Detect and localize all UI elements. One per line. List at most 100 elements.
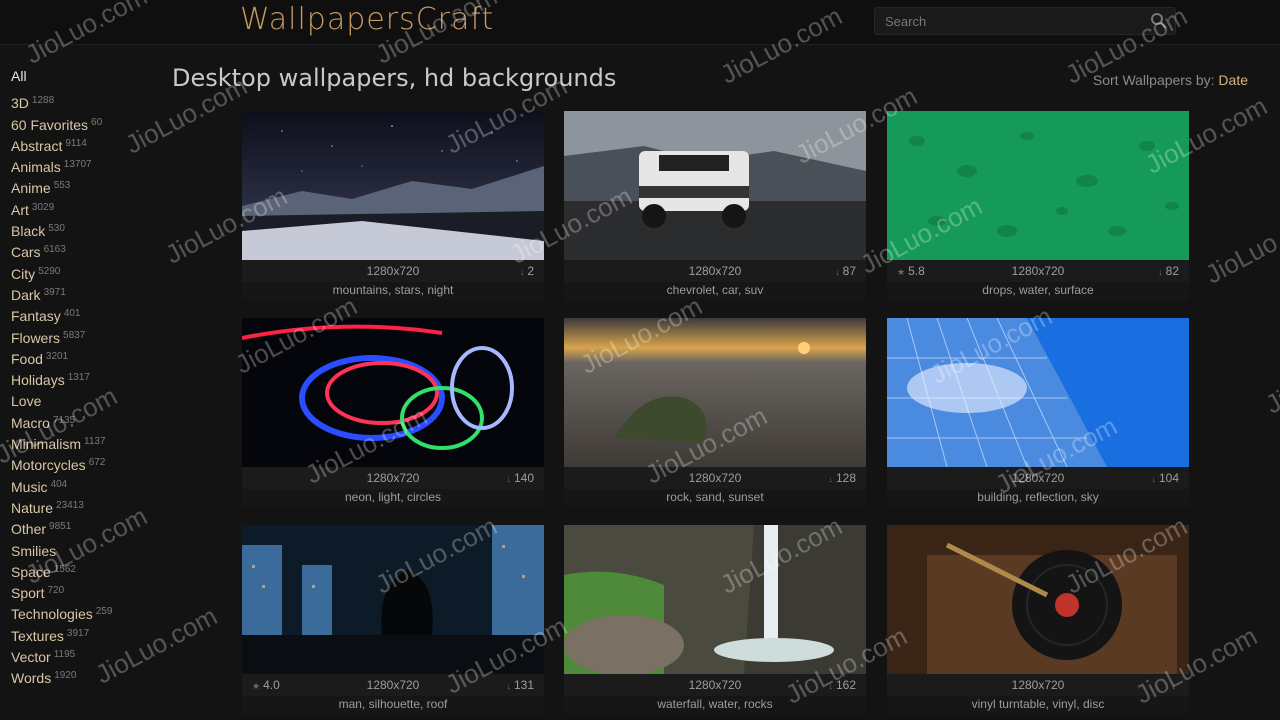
category-count: 404 — [50, 478, 68, 490]
download-value: 131 — [513, 678, 534, 692]
category-label: Minimalism — [11, 436, 81, 453]
sidebar-item-dark[interactable]: Dark 3971 — [11, 285, 161, 306]
category-count: 720 — [47, 585, 65, 597]
sidebar-item-art[interactable]: Art 3029 — [11, 200, 161, 221]
category-count: 1195 — [53, 649, 76, 661]
sidebar-item-anime[interactable]: Anime 553 — [11, 178, 161, 199]
sidebar-item-technologies[interactable]: Technologies 259 — [11, 604, 161, 625]
sidebar-item-flowers[interactable]: Flowers 5837 — [11, 328, 161, 349]
category-count: 259 — [95, 606, 113, 618]
sidebar-item-food[interactable]: Food 3201 — [11, 349, 161, 370]
wallpaper-tags[interactable]: waterfall, water, rocks — [564, 696, 866, 714]
resolution-label[interactable]: 1280x720 — [1012, 678, 1065, 692]
category-all[interactable]: All — [11, 66, 161, 87]
sidebar-item-holidays[interactable]: Holidays 1317 — [11, 370, 161, 391]
sidebar-item-smilies[interactable]: Smilies — [11, 541, 161, 562]
wallpaper-thumbnail[interactable] — [564, 525, 866, 674]
sidebar-item-macro[interactable]: Macro 7135 — [11, 413, 161, 434]
wallpaper-card: 1280x720 ↓ 87 chevrolet, car, suv — [564, 111, 866, 300]
search-input[interactable] — [875, 8, 1155, 34]
download-icon: ↓ — [828, 474, 833, 484]
category-label: Cars — [11, 244, 41, 261]
download-count: ↓ 104 — [1151, 467, 1179, 490]
resolution-label[interactable]: 1280x720 — [1012, 471, 1065, 485]
sidebar-item-textures[interactable]: Textures 3917 — [11, 626, 161, 647]
category-count: 13707 — [63, 159, 92, 171]
wallpaper-tags[interactable]: drops, water, surface — [887, 282, 1189, 300]
wallpaper-tags[interactable]: chevrolet, car, suv — [564, 282, 866, 300]
sidebar-item-words[interactable]: Words 1920 — [11, 668, 161, 689]
category-label: Textures — [11, 627, 64, 644]
wallpaper-thumbnail[interactable] — [887, 525, 1189, 674]
category-count: 530 — [48, 223, 65, 235]
search-box — [874, 7, 1176, 35]
wallpaper-card: 1280x720 ↓ 104 building, reflection, sky — [887, 318, 1189, 507]
sidebar-item-minimalism[interactable]: Minimalism 1137 — [11, 434, 161, 455]
download-value: 140 — [513, 471, 534, 485]
sort-value[interactable]: Date — [1218, 72, 1248, 88]
category-label: Holidays — [11, 372, 65, 389]
wallpaper-tags[interactable]: rock, sand, sunset — [564, 489, 866, 507]
category-label: Macro — [11, 414, 50, 431]
wallpaper-thumbnail[interactable] — [242, 525, 544, 674]
sidebar-item-sport[interactable]: Sport 720 — [11, 583, 161, 604]
rating-value: 5.8 — [908, 264, 925, 278]
download-count: ↓ 131 — [506, 674, 534, 697]
sidebar-item-animals[interactable]: Animals 13707 — [11, 157, 161, 178]
resolution-label[interactable]: 1280x720 — [689, 264, 742, 278]
wallpaper-tags[interactable]: neon, light, circles — [242, 489, 544, 507]
resolution-label[interactable]: 1280x720 — [689, 471, 742, 485]
category-label: Animals — [11, 159, 61, 176]
sidebar-item-vector[interactable]: Vector 1195 — [11, 647, 161, 668]
wallpaper-thumbnail[interactable] — [242, 111, 544, 260]
resolution-label[interactable]: 1280x720 — [689, 678, 742, 692]
sidebar-item-music[interactable]: Music 404 — [11, 477, 161, 498]
resolution-label[interactable]: 1280x720 — [367, 264, 420, 278]
download-icon: ↓ — [1151, 474, 1156, 484]
category-label: Abstract — [11, 137, 63, 154]
category-list: 3D 1288 60 Favorites 60 Abstract 9114 Animals 1… — [11, 93, 161, 689]
sidebar-item-cars[interactable]: Cars 6163 — [11, 242, 161, 263]
wallpaper-thumbnail[interactable] — [887, 111, 1189, 260]
sidebar-item-3d[interactable]: 3D 1288 — [11, 93, 161, 114]
wallpaper-thumbnail[interactable] — [887, 318, 1189, 467]
search-icon[interactable] — [1149, 11, 1169, 31]
sidebar-item-city[interactable]: City 5290 — [11, 264, 161, 285]
wallpaper-tags[interactable]: vinyl turntable, vinyl, disc — [887, 696, 1189, 714]
wallpaper-thumbnail[interactable] — [564, 318, 866, 467]
site-logo[interactable]: WallpapersCraft — [240, 2, 494, 37]
wallpaper-meta: 1280x720 ↓ 104 — [887, 467, 1189, 489]
download-value: 87 — [842, 264, 856, 278]
wallpaper-tags[interactable]: building, reflection, sky — [887, 489, 1189, 507]
sidebar-item-black[interactable]: Black 530 — [11, 221, 161, 242]
resolution-label[interactable]: 1280x720 — [367, 471, 420, 485]
category-count: 1920 — [54, 670, 77, 682]
category-label: Nature — [11, 499, 54, 516]
wallpaper-thumbnail[interactable] — [242, 318, 544, 467]
download-count: ↓ 162 — [828, 674, 856, 697]
wallpaper-thumbnail[interactable] — [564, 111, 866, 260]
rating: ★ 5.8 — [897, 260, 925, 283]
sidebar-item-motorcycles[interactable]: Motorcycles 672 — [11, 455, 161, 476]
sidebar-item-other[interactable]: Other 9851 — [11, 519, 161, 540]
resolution-label[interactable]: 1280x720 — [367, 678, 420, 692]
category-count: 9851 — [49, 521, 72, 533]
watermark-text: JioLuo.com — [1200, 200, 1280, 290]
top-bar: WallpapersCraft — [0, 0, 1280, 45]
sidebar-item-fantasy[interactable]: Fantasy 401 — [11, 306, 161, 327]
watermark-text: JioLuo.com — [1260, 330, 1280, 420]
download-icon: ↓ — [1171, 681, 1177, 691]
wallpaper-tags[interactable]: mountains, stars, night — [242, 282, 544, 300]
resolution-label[interactable]: 1280x720 — [1012, 264, 1065, 278]
wallpaper-tags[interactable]: man, silhouette, roof — [242, 696, 544, 714]
sidebar-item-60-favorites[interactable]: 60 Favorites 60 — [11, 115, 161, 136]
sidebar-item-space[interactable]: Space 1562 — [11, 562, 161, 583]
wallpaper-meta: 1280x720 ↓ 2 — [242, 260, 544, 282]
sidebar-item-abstract[interactable]: Abstract 9114 — [11, 136, 161, 157]
sidebar-item-love[interactable]: Love — [11, 391, 161, 412]
category-label: Space — [11, 563, 51, 580]
category-label: Motorcycles — [11, 457, 86, 474]
sidebar-item-nature[interactable]: Nature 23413 — [11, 498, 161, 519]
category-count: 553 — [53, 180, 71, 192]
wallpaper-meta: 1280x720 ↓ 128 — [564, 467, 866, 489]
